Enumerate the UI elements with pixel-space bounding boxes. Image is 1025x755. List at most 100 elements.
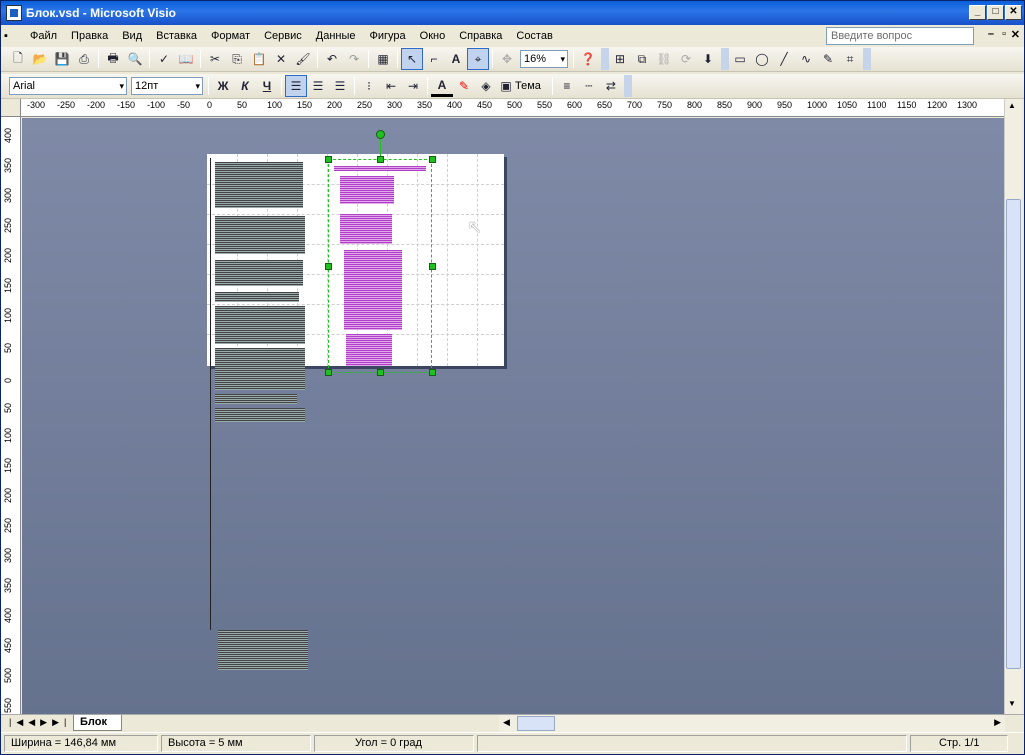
decrease-indent-icon[interactable]: ⇤	[380, 75, 402, 97]
vertical-ruler[interactable]: 400 350 300 250 200 150 100 50 0 50 100 150 200 250 30…	[1, 117, 21, 714]
fill-color-icon[interactable]: ◈	[475, 75, 497, 97]
resize-handle[interactable]	[377, 156, 384, 163]
font-color-icon[interactable]: A	[431, 75, 453, 97]
scroll-up-icon[interactable]: ▲	[1008, 101, 1016, 110]
vertical-scrollbar[interactable]: ▲ ▼	[1004, 99, 1022, 714]
vertical-scroll-thumb[interactable]	[1006, 199, 1021, 669]
menu-window[interactable]: Окно	[413, 25, 453, 47]
resize-handle[interactable]	[325, 263, 332, 270]
spelling-icon[interactable]: ✓	[153, 48, 175, 70]
block-shape[interactable]	[218, 630, 308, 670]
bullets-icon[interactable]: ⁝	[358, 75, 380, 97]
menu-compose[interactable]: Состав	[509, 25, 559, 47]
close-button[interactable]: ✕	[1005, 5, 1022, 20]
copy-icon[interactable]: ⎘	[226, 48, 248, 70]
doc-close-button[interactable]: ✕	[1011, 28, 1020, 41]
page-tab-blok[interactable]: Блок	[73, 715, 122, 731]
horizontal-scrollbar[interactable]: ◀ ▶	[499, 715, 1005, 732]
shapes-icon[interactable]: ▦	[372, 48, 394, 70]
rotation-handle[interactable]	[376, 130, 385, 139]
pointer-tool-icon[interactable]: ↖	[401, 48, 423, 70]
block-shape[interactable]	[215, 348, 305, 390]
permission-icon[interactable]: ⎙	[73, 48, 95, 70]
open-icon[interactable]: 📂	[29, 48, 51, 70]
print-icon[interactable]: 🖶	[102, 48, 124, 70]
resize-handle[interactable]	[429, 369, 436, 376]
bold-button[interactable]: Ж	[212, 75, 234, 97]
connection-point-icon[interactable]: ⌖	[467, 48, 489, 70]
menu-insert[interactable]: Вставка	[149, 25, 204, 47]
line-pattern-icon[interactable]: ┄	[578, 75, 600, 97]
hyperlink-icon[interactable]: ⛓	[653, 48, 675, 70]
font-select[interactable]: Arial	[9, 77, 127, 95]
research-icon[interactable]: 📖	[175, 48, 197, 70]
pan-icon[interactable]: ✥	[496, 48, 518, 70]
help-icon[interactable]: ❓	[577, 48, 599, 70]
scroll-right-icon[interactable]: ▶	[994, 717, 1001, 728]
resize-handle[interactable]	[429, 263, 436, 270]
block-shape[interactable]	[215, 292, 299, 302]
pencil-icon[interactable]: ✎	[817, 48, 839, 70]
menu-file[interactable]: Файл	[23, 25, 64, 47]
paste-icon[interactable]: 📋	[248, 48, 270, 70]
scroll-left-icon[interactable]: ◀	[503, 717, 510, 728]
data-icon[interactable]: ⊞	[609, 48, 631, 70]
rectangle-icon[interactable]: ▭	[729, 48, 751, 70]
block-shape[interactable]	[215, 216, 305, 254]
freeform-icon[interactable]: ∿	[795, 48, 817, 70]
crop-icon[interactable]: ⌗	[839, 48, 861, 70]
block-shape[interactable]	[215, 162, 303, 208]
drawing-canvas[interactable]: ↖	[22, 118, 1004, 714]
maximize-button[interactable]: □	[987, 5, 1004, 20]
block-shape[interactable]	[215, 260, 303, 286]
resize-handle[interactable]	[429, 156, 436, 163]
help-search-input[interactable]: Введите вопрос	[826, 27, 974, 45]
link-data-icon[interactable]: ⧉	[631, 48, 653, 70]
scroll-down-icon[interactable]: ▼	[1008, 699, 1016, 708]
menu-shape[interactable]: Фигура	[363, 25, 413, 47]
doc-menu-icon[interactable]: ▪	[1, 30, 23, 42]
font-size-select[interactable]: 12пт	[131, 77, 203, 95]
doc-minimize-button[interactable]: –	[988, 28, 994, 40]
menu-format[interactable]: Формат	[204, 25, 257, 47]
align-center-icon[interactable]: ☰	[307, 75, 329, 97]
undo-icon[interactable]: ↶	[321, 48, 343, 70]
line-icon[interactable]: ╱	[773, 48, 795, 70]
menu-tools[interactable]: Сервис	[257, 25, 309, 47]
resize-handle[interactable]	[325, 156, 332, 163]
theme-icon[interactable]: ▣	[497, 75, 515, 97]
align-left-icon[interactable]: ☰	[285, 75, 307, 97]
horizontal-ruler[interactable]: -300 -250 -200 -150 -100 -50 0 50 100 150 200 250 30…	[21, 99, 1004, 117]
block-shape[interactable]	[215, 408, 305, 422]
menu-edit[interactable]: Правка	[64, 25, 115, 47]
minimize-button[interactable]: _	[969, 5, 986, 20]
line-weight-icon[interactable]: ≡	[556, 75, 578, 97]
line-ends-icon[interactable]: ⇄	[600, 75, 622, 97]
underline-button[interactable]: Ч	[256, 75, 278, 97]
resize-handle[interactable]	[325, 369, 332, 376]
menu-data[interactable]: Данные	[309, 25, 363, 47]
refresh-icon[interactable]: ⟳	[675, 48, 697, 70]
resize-handle[interactable]	[377, 369, 384, 376]
menu-view[interactable]: Вид	[115, 25, 149, 47]
text-tool-icon[interactable]: A	[445, 48, 467, 70]
redo-icon[interactable]: ↷	[343, 48, 365, 70]
save-icon[interactable]: 💾	[51, 48, 73, 70]
line-color-icon[interactable]: ✎	[453, 75, 475, 97]
increase-indent-icon[interactable]: ⇥	[402, 75, 424, 97]
export-icon[interactable]: ⬇	[697, 48, 719, 70]
block-shape[interactable]	[215, 306, 305, 344]
print-preview-icon[interactable]: 🔍	[124, 48, 146, 70]
zoom-select[interactable]: 16%	[520, 50, 568, 68]
page-nav-icons[interactable]: |◀◀▶▶|	[9, 717, 71, 728]
block-shape[interactable]	[215, 394, 297, 404]
align-right-icon[interactable]: ☰	[329, 75, 351, 97]
theme-button[interactable]: Тема	[515, 80, 541, 92]
connector-tool-icon[interactable]: ⌐	[423, 48, 445, 70]
format-painter-icon[interactable]: 🖌	[292, 48, 314, 70]
connector-line[interactable]	[210, 158, 211, 630]
italic-button[interactable]: К	[234, 75, 256, 97]
doc-restore-button[interactable]: ▫	[1002, 28, 1006, 40]
menu-help[interactable]: Справка	[452, 25, 509, 47]
ellipse-icon[interactable]: ◯	[751, 48, 773, 70]
